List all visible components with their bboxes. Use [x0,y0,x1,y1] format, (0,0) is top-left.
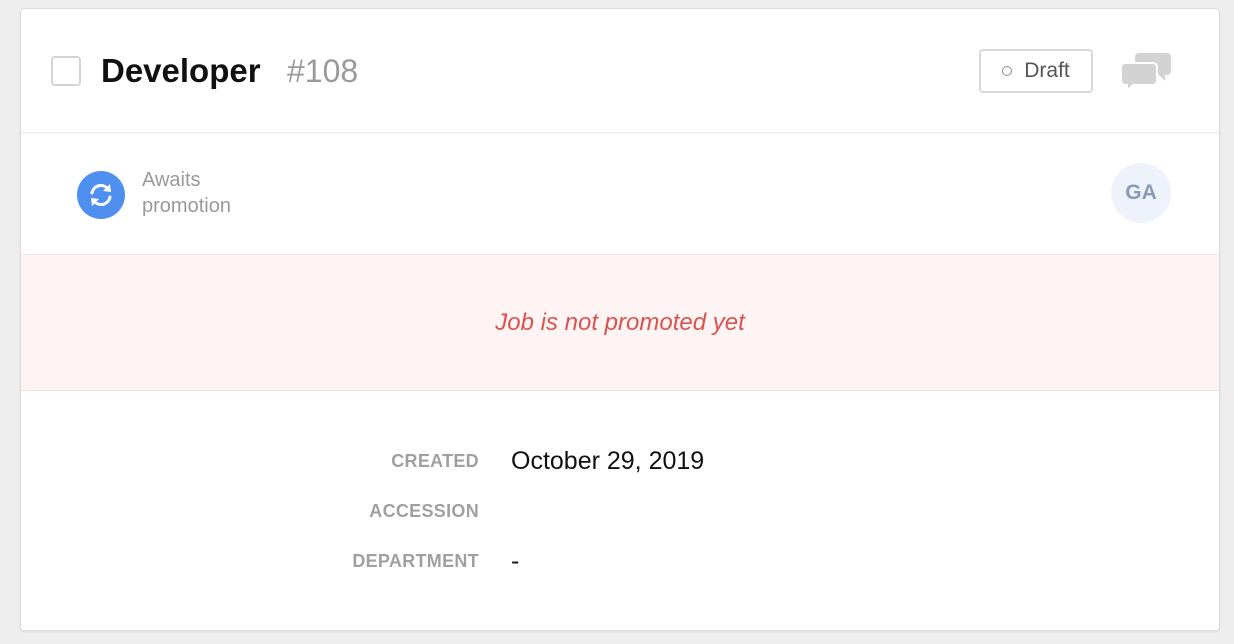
detail-row-department: DEPARTMENT - [21,541,1219,581]
detail-row-created: CREATED October 29, 2019 [21,441,1219,481]
job-number: #108 [287,53,359,89]
detail-label: CREATED [391,451,479,471]
detail-label: ACCESSION [369,501,479,521]
status-label: Draft [1024,59,1070,82]
job-header: Developer #108 Draft [21,9,1219,133]
select-job-checkbox[interactable] [51,56,81,86]
promotion-alert: Job is not promoted yet [21,255,1219,391]
job-title[interactable]: Developer [101,49,261,93]
detail-row-accession: ACCESSION [21,491,1219,531]
promotion-row: Awaits promotion GA [21,133,1219,255]
avatar[interactable]: GA [1111,163,1171,223]
detail-value: - [511,547,520,575]
detail-value: October 29, 2019 [511,447,705,475]
status-dropdown[interactable]: Draft [979,49,1093,93]
comments-icon[interactable] [1120,51,1171,94]
status-dot-icon [1002,66,1013,76]
detail-label: DEPARTMENT [352,551,479,571]
job-card: Developer #108 Draft Awaits promotion GA… [20,8,1220,631]
alert-message: Job is not promoted yet [495,308,745,336]
promotion-status-text: Awaits promotion [142,169,231,217]
sync-icon [77,171,125,219]
